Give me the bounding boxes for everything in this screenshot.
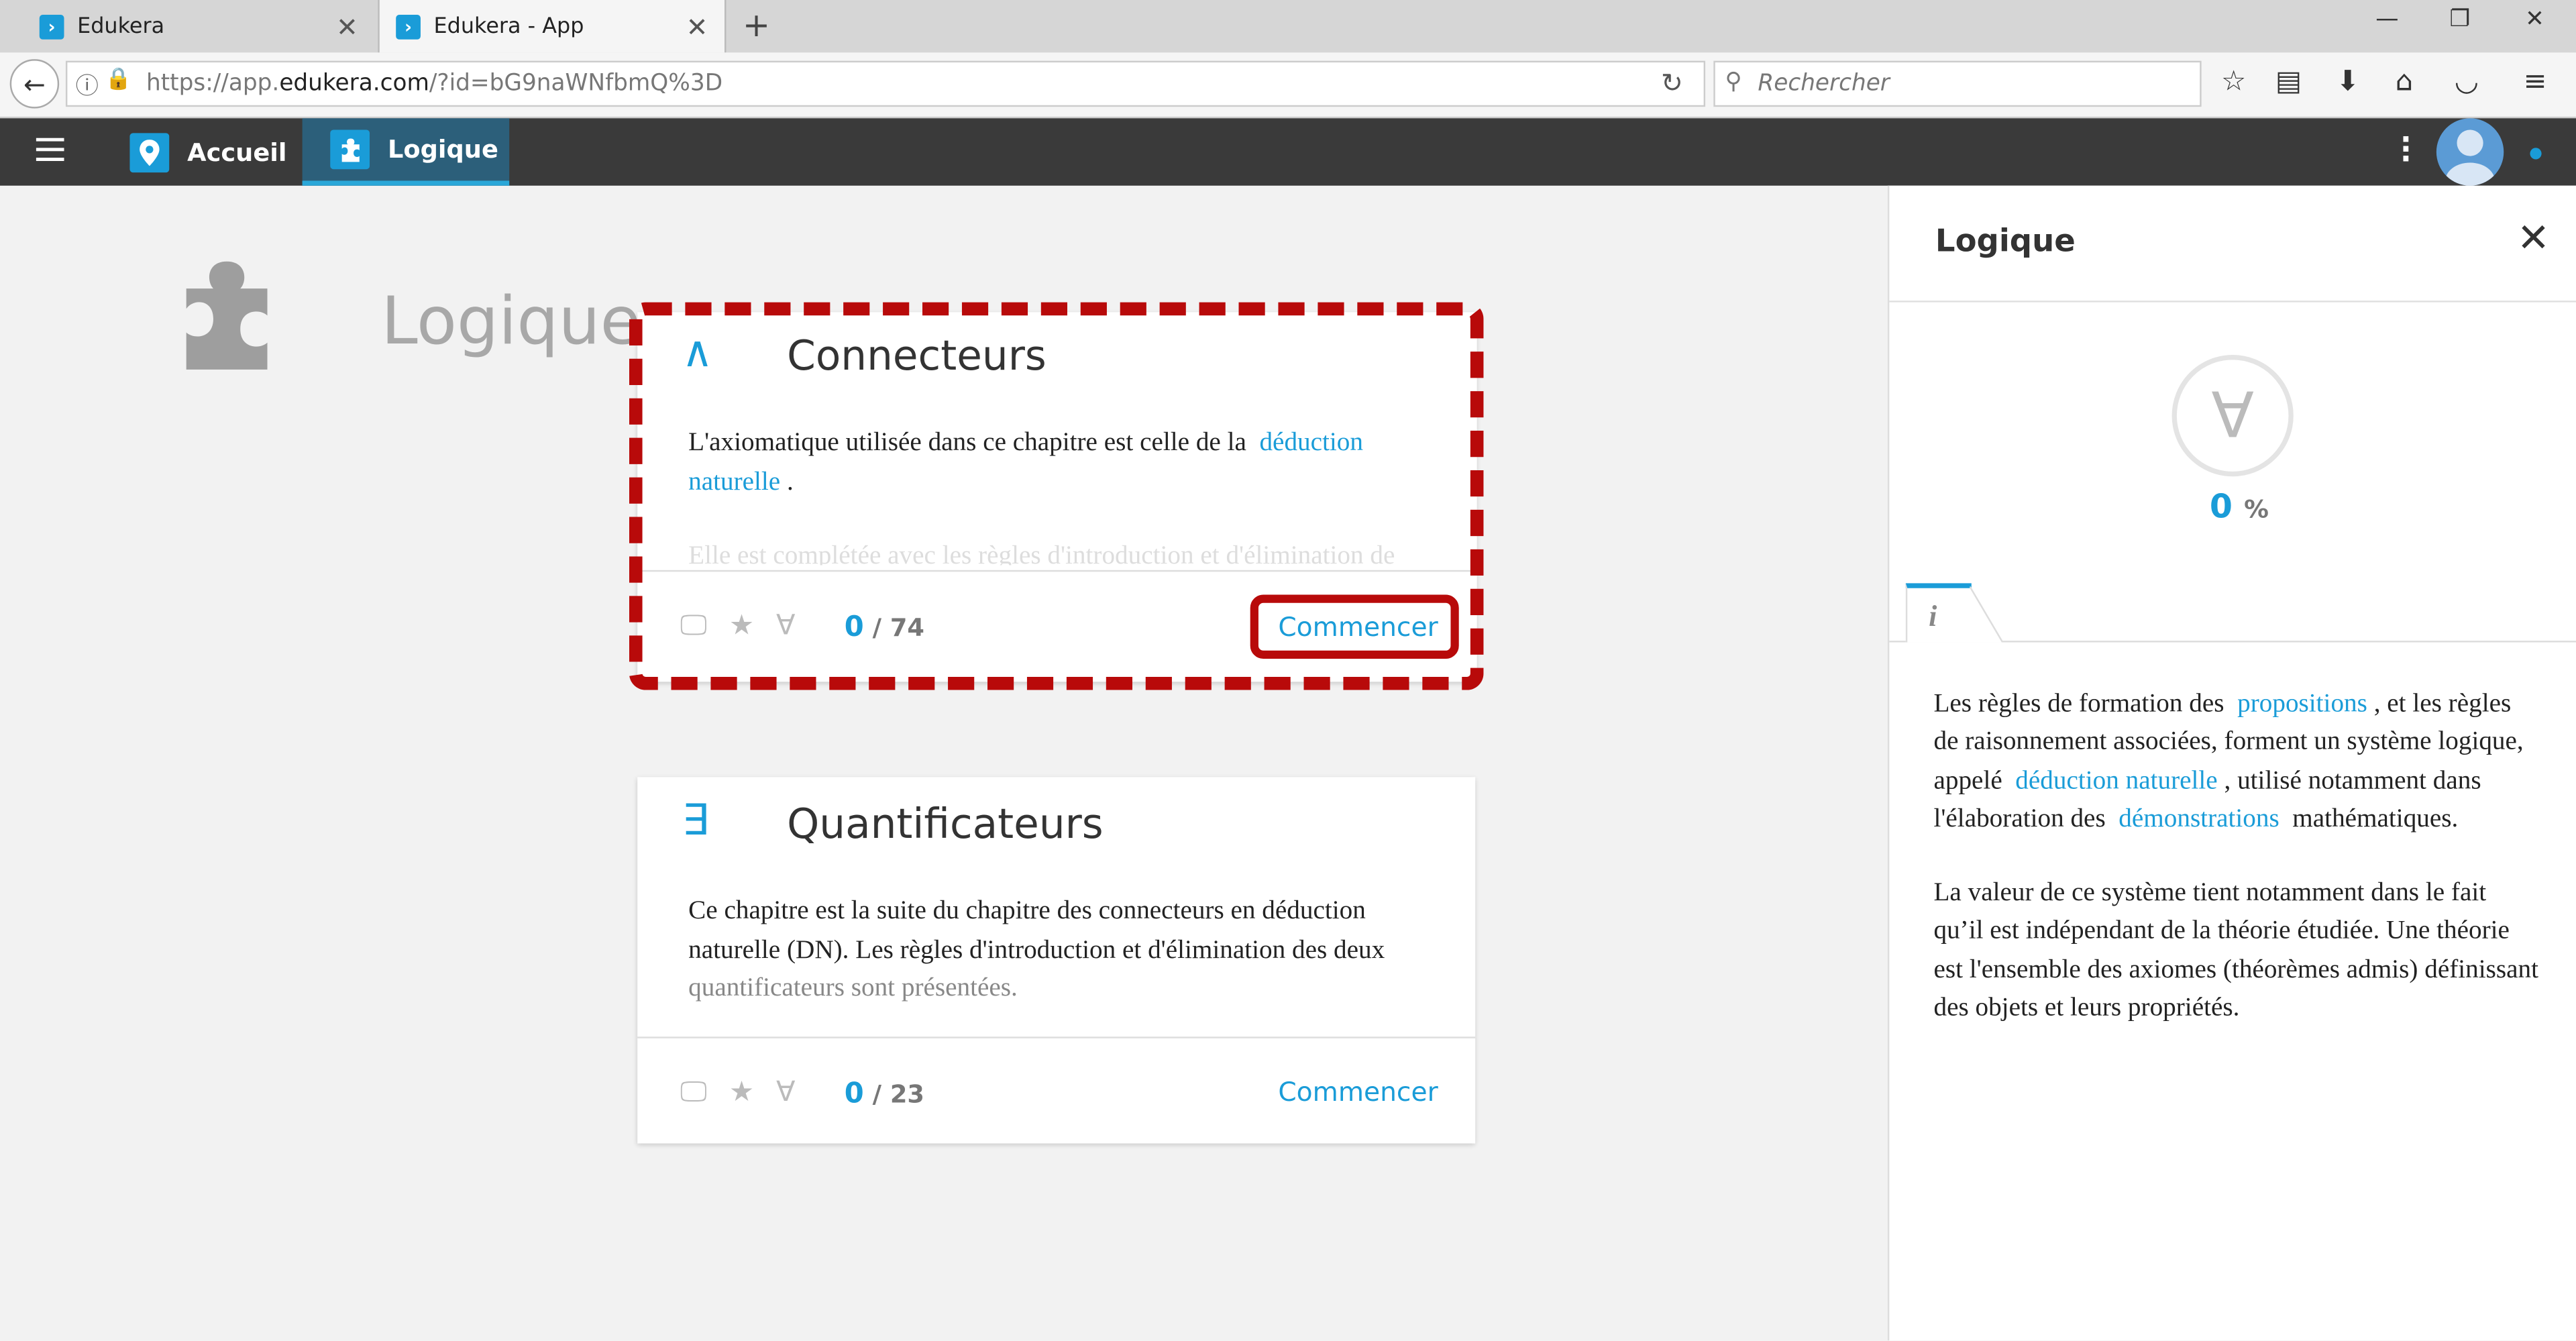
- nav-item-accueil[interactable]: Accueil: [129, 118, 286, 185]
- close-window-icon[interactable]: ✕: [2525, 7, 2544, 33]
- browser-nav-bar: ← ⓘ 🔒 https://app.edukera.com/?id=bG9naW…: [0, 52, 2576, 119]
- avatar[interactable]: [2436, 118, 2504, 186]
- commencer-button[interactable]: Commencer: [1278, 1076, 1438, 1108]
- search-icon: ⚲: [1725, 68, 1742, 96]
- lock-icon: 🔒: [105, 67, 132, 93]
- minimize-icon[interactable]: —: [2375, 7, 2398, 33]
- card-icons: 🖵 ★ ∀: [680, 1076, 796, 1109]
- progress-percent: 0 %: [2209, 486, 2269, 526]
- edukera-favicon-icon: ›: [39, 13, 64, 39]
- close-tab-icon[interactable]: ✕: [686, 11, 708, 43]
- location-pin-icon: [129, 132, 170, 172]
- restore-icon[interactable]: ❐: [2449, 7, 2470, 33]
- puzzle-icon: [162, 252, 284, 380]
- search-box[interactable]: ⚲ Rechercher: [1713, 60, 2202, 107]
- card-description: Ce chapitre est la suite du chapitre des…: [688, 897, 1385, 1002]
- demonstrations-link[interactable]: démonstrations: [2118, 805, 2279, 833]
- highlight-button-frame: [1250, 594, 1459, 659]
- menu-icon[interactable]: ≡: [2524, 66, 2547, 99]
- progress-count: 0 / 23: [844, 1077, 924, 1111]
- search-placeholder: Rechercher: [1758, 70, 1890, 97]
- hamburger-menu-icon[interactable]: [36, 138, 64, 168]
- reading-list-icon[interactable]: ▤: [2275, 66, 2302, 99]
- browser-tab-edukera[interactable]: › Edukera ✕: [0, 0, 374, 52]
- downloads-icon[interactable]: ⬇: [2336, 66, 2359, 99]
- panel-paragraph-1: Les règles de formation des propositions…: [1933, 690, 2524, 833]
- divider: [1889, 301, 2576, 303]
- divider: [637, 1036, 1476, 1038]
- side-panel: Logique ✕ ∀ 0 % i Les règles de formatio…: [1887, 185, 2576, 1341]
- app-header: Accueil Logique · · ·: [0, 118, 2576, 186]
- back-arrow-icon[interactable]: ←: [9, 59, 60, 109]
- page-title: Logique: [381, 284, 641, 360]
- address-bar[interactable]: ⓘ 🔒 https://app.edukera.com/?id=bG9naWNf…: [65, 60, 1706, 107]
- tab-label: Edukera: [77, 13, 165, 39]
- nav-item-label: Accueil: [187, 137, 287, 167]
- tab-info[interactable]: i: [1905, 583, 1972, 643]
- more-options-icon[interactable]: · · ·: [2400, 125, 2412, 174]
- propositions-link[interactable]: propositions: [2237, 690, 2367, 718]
- puzzle-icon: [330, 129, 370, 170]
- chapter-card-quantificateurs: ∃ Quantificateurs Ce chapitre est la sui…: [637, 777, 1476, 1144]
- bookmark-star-icon[interactable]: ☆: [2221, 66, 2246, 99]
- url-text: https://app.edukera.com/?id=bG9naWNfbmQ%…: [146, 70, 723, 97]
- pocket-icon[interactable]: ◡: [2455, 66, 2479, 99]
- tab-label: Edukera - App: [433, 13, 584, 39]
- panel-paragraph-2: La valeur de ce système tient notamment …: [1933, 879, 2539, 1022]
- nav-item-label: Logique: [387, 134, 498, 164]
- home-icon[interactable]: ⌂: [2396, 66, 2413, 99]
- forall-icon: ∀: [776, 1076, 796, 1110]
- progress-circle: ∀: [2171, 354, 2294, 477]
- browser-tab-edukera-app[interactable]: › Edukera - App ✕: [378, 0, 727, 53]
- forall-icon: ∀: [2211, 379, 2255, 452]
- deduction-naturelle-link[interactable]: déduction naturelle: [2015, 767, 2217, 795]
- nav-item-logique[interactable]: Logique: [302, 118, 510, 186]
- close-tab-icon[interactable]: ✕: [336, 11, 358, 43]
- notification-dot: [2530, 148, 2542, 160]
- close-icon[interactable]: ✕: [2517, 215, 2550, 262]
- new-tab-icon[interactable]: +: [743, 5, 770, 44]
- browser-tab-bar: › Edukera ✕ › Edukera - App ✕ + — ❐ ✕: [0, 0, 2576, 53]
- info-icon[interactable]: ⓘ: [76, 69, 99, 102]
- star-icon: ★: [729, 1076, 755, 1110]
- card-title: Quantificateurs: [787, 800, 1104, 848]
- reload-icon[interactable]: ↻: [1661, 67, 1683, 99]
- monitor-icon: 🖵: [680, 1076, 708, 1110]
- edukera-favicon-icon: ›: [396, 13, 421, 39]
- tab-slant: [1970, 586, 2003, 643]
- exists-symbol-icon: ∃: [682, 796, 709, 847]
- panel-title: Logique: [1935, 223, 2076, 260]
